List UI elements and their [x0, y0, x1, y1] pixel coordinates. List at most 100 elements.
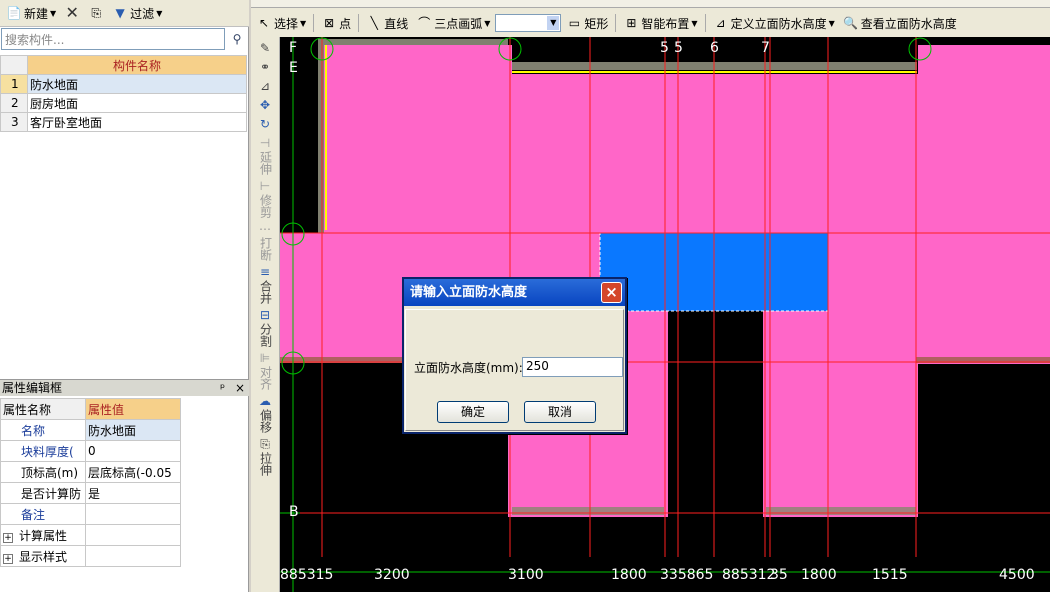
ok-button[interactable]: 确定 [437, 401, 509, 423]
break-icon: ⋯ [259, 222, 271, 236]
axis-label-top: 5 [674, 40, 683, 56]
property-table: 属性名称 属性值 名称 防水地面 块料厚度( 0 顶标高(m) 层底标高(-0.… [0, 398, 181, 567]
new-icon: 📄 [6, 6, 22, 20]
component-panel: 📄 新建 ▼ ✕ ⎘ ▼ 过滤 ▼ 搜索构件... ⚲ 构件名称 1 防水地面 … [0, 0, 249, 592]
line-button[interactable]: ╲ 直线 [363, 13, 411, 34]
property-row[interactable]: 顶标高(m) 层底标高(-0.05 [0, 461, 181, 483]
axis-label-left: B [289, 504, 299, 520]
stretch-tool[interactable]: ⎘ 拉伸 [251, 436, 279, 476]
dimension-label: 3200 [374, 567, 410, 583]
height-input[interactable]: 250 [522, 357, 623, 377]
wall [318, 39, 508, 45]
wall [766, 507, 916, 515]
extend-tool[interactable]: ⊣ 延伸 [251, 135, 279, 175]
component-name[interactable]: 厨房地面 [27, 93, 247, 113]
edit-toolbar: ✎ ⚭ ⊿ ✥ ↻ ⊣ 延伸 ⊢ 修剪 ⋯ 打断 ≡ 合并 ⊟ 分割 ⊫ 对齐 ☁ 偏移 ⎘ 拉… [251, 37, 280, 592]
axis-label-top: 7 [761, 40, 770, 56]
copy-tool[interactable]: ⚭ [251, 59, 279, 75]
axis-label-top: 6 [710, 40, 719, 56]
trim-icon: ⊢ [259, 179, 271, 193]
floor-area [512, 74, 918, 234]
delete-button[interactable]: ✕ [61, 3, 83, 23]
property-group-row[interactable]: + 计算属性 [0, 524, 181, 546]
break-tool[interactable]: ⋯ 打断 [251, 221, 279, 261]
property-group-row[interactable]: + 显示样式 [0, 545, 181, 567]
property-row[interactable]: 名称 防水地面 [0, 419, 181, 441]
mirror-tool[interactable]: ⊿ [251, 78, 279, 94]
copy-icon: ⎘ [91, 6, 101, 20]
drawing-canvas[interactable]: 5 5 6 7 F E B 885315 3200 3100 1800 3358… [280, 37, 1050, 592]
filter-button[interactable]: ▼ 过滤 ▼ [109, 3, 165, 24]
extend-icon: ⊣ [259, 136, 271, 150]
close-icon: × [605, 283, 618, 301]
pen-tool[interactable]: ✎ [251, 40, 279, 56]
dimension-label: 3100 [508, 567, 544, 583]
expand-icon[interactable]: + [3, 532, 13, 543]
smart-layout-button[interactable]: ⊞ 智能布置 ▼ [620, 13, 700, 34]
chevron-down-icon: ▼ [547, 16, 560, 30]
merge-tool[interactable]: ≡ 合并 [251, 264, 279, 304]
property-row[interactable]: 备注 [0, 503, 181, 525]
define-height-button[interactable]: ⊿ 定义立面防水高度 ▼ [710, 13, 838, 34]
new-button[interactable]: 📄 新建 ▼ [3, 3, 59, 24]
copy-icon: ⚭ [259, 60, 271, 74]
dimension-label: 4500 [999, 567, 1035, 583]
mirror-icon: ⊿ [259, 79, 271, 93]
split-icon: ⊟ [259, 308, 271, 322]
define-height-icon: ⊿ [715, 16, 726, 30]
table-row[interactable]: 1 防水地面 [0, 74, 247, 94]
component-name[interactable]: 客厅卧室地面 [27, 112, 247, 132]
rectangle-icon: ▭ [568, 16, 581, 30]
select-button[interactable]: ↖ 选择 ▼ [253, 13, 309, 34]
property-row[interactable]: 块料厚度( 0 [0, 440, 181, 462]
arc-icon: ⌒ [418, 16, 431, 30]
dimension-label: 885315 [280, 567, 334, 583]
view-height-button[interactable]: 🔍 查看立面防水高度 [840, 13, 960, 34]
height-label: 立面防水高度(mm): [414, 361, 523, 375]
align-icon: ⊫ [259, 351, 271, 365]
dimension-label: 885312 [722, 567, 776, 583]
align-tool[interactable]: ⊫ 对齐 [251, 350, 279, 390]
stretch-icon: ⎘ [260, 437, 270, 451]
void-area [280, 45, 320, 233]
offset-tool[interactable]: ☁ 偏移 [251, 393, 279, 433]
table-row[interactable]: 2 厨房地面 [0, 93, 247, 113]
wall [512, 507, 664, 515]
point-button[interactable]: ⊠ 点 [318, 13, 354, 34]
draw-mode-select[interactable]: ▼ [495, 14, 562, 32]
pin-icon[interactable]: ᵖ [220, 381, 225, 395]
rotate-tool[interactable]: ↻ [251, 116, 279, 132]
chevron-down-icon: ▼ [50, 8, 57, 18]
drawing-toolbar: ↖ 选择 ▼ ⊠ 点 ╲ 直线 ⌒ 三点画弧 ▼ ▼ ▭ 矩形 ⊞ 智能布置 ▼ [251, 0, 1050, 37]
search-icon[interactable]: ⚲ [226, 28, 248, 50]
trim-tool[interactable]: ⊢ 修剪 [251, 178, 279, 218]
void-area [918, 367, 1050, 592]
chevron-down-icon: ▼ [156, 8, 163, 18]
void-area [668, 313, 763, 592]
dimension-label: 35 [770, 567, 788, 583]
rotate-icon: ↻ [259, 117, 271, 131]
move-icon: ✥ [259, 98, 271, 112]
rect-button[interactable]: ▭ 矩形 [563, 13, 611, 34]
dialog-title-bar: 请输入立面防水高度 × [404, 279, 625, 306]
copy-button[interactable]: ⎘ [85, 3, 107, 23]
expand-icon[interactable]: + [3, 553, 13, 564]
property-panel-title: 属性编辑框 ᵖ × [0, 379, 249, 396]
split-tool[interactable]: ⊟ 分割 [251, 307, 279, 347]
col-name-header: 属性名称 [0, 398, 86, 420]
close-icon[interactable]: × [235, 381, 245, 395]
delete-icon: ✕ [65, 3, 79, 22]
axis-label-top: 5 [660, 40, 669, 56]
search-input[interactable]: 搜索构件... [1, 28, 225, 50]
dimension-label: 1800 [611, 567, 647, 583]
close-button[interactable]: × [601, 282, 622, 303]
smart-layout-icon: ⊞ [626, 16, 637, 30]
property-row[interactable]: 是否计算防 是 [0, 482, 181, 504]
move-tool[interactable]: ✥ [251, 97, 279, 113]
table-row[interactable]: 3 客厅卧室地面 [0, 112, 247, 132]
arc-button[interactable]: ⌒ 三点画弧 ▼ [413, 13, 493, 34]
chevron-down-icon: ▼ [484, 18, 491, 28]
cancel-button[interactable]: 取消 [524, 401, 596, 423]
component-name[interactable]: 防水地面 [27, 74, 247, 94]
point-icon: ⊠ [324, 16, 335, 30]
